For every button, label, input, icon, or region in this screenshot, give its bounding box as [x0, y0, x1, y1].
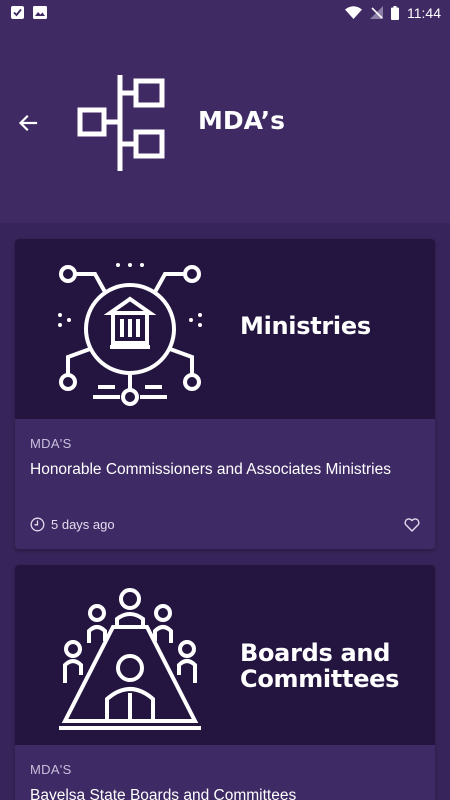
status-time: 11:44 [407, 4, 441, 21]
wifi-icon [345, 6, 362, 19]
no-signal-icon [370, 6, 383, 19]
card-banner: Ministries [15, 239, 435, 419]
card-body: MDA'S Bayelsa State Boards and Committee… [15, 745, 435, 800]
heart-icon[interactable] [404, 517, 420, 532]
boardroom-meeting-icon [59, 588, 201, 730]
card-banner: Boards and Committees [15, 565, 435, 745]
card-title[interactable]: Honorable Commissioners and Associates M… [30, 459, 420, 481]
card-footer: 5 days ago [30, 517, 420, 532]
banner-title: Boards and Committees [240, 639, 400, 693]
app-header: MDA’s [0, 25, 450, 223]
status-bar: 11:44 [0, 0, 450, 25]
image-icon [33, 6, 47, 19]
status-left [11, 6, 47, 19]
clock-icon [30, 517, 45, 532]
page-title: MDA’s [198, 106, 286, 135]
card-category: MDA'S [30, 762, 72, 777]
card-ministries[interactable]: Ministries MDA'S Honorable Commissioners… [15, 239, 435, 549]
notification-icon [11, 6, 24, 19]
card-boards-committees[interactable]: Boards and Committees MDA'S Bayelsa Stat… [15, 565, 435, 800]
back-button[interactable] [14, 109, 42, 137]
arrow-back-icon [18, 114, 38, 132]
government-network-icon [58, 263, 202, 406]
time-text: 5 days ago [51, 517, 115, 532]
status-right: 11:44 [345, 5, 441, 21]
card-title[interactable]: Bayelsa State Boards and Committees [30, 785, 420, 800]
card-body: MDA'S Honorable Commissioners and Associ… [15, 419, 435, 481]
card-time: 5 days ago [30, 517, 115, 532]
battery-icon [391, 5, 399, 20]
hierarchy-icon [77, 75, 165, 171]
card-category: MDA'S [30, 436, 72, 451]
banner-title: Ministries [240, 312, 371, 340]
